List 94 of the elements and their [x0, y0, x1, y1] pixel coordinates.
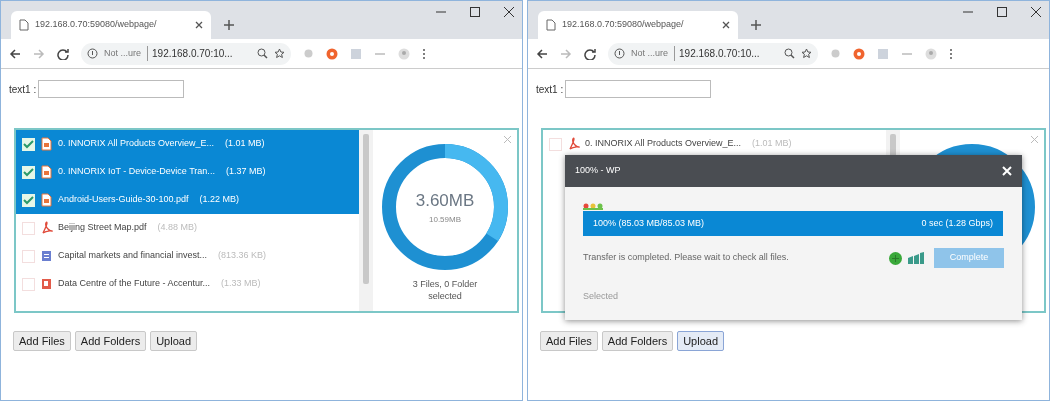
file-name: Android-Users-Guide-30-100.pdf	[58, 193, 189, 207]
browser-tab[interactable]: 192.168.0.70:59080/webpage/	[11, 11, 211, 39]
checkbox[interactable]	[22, 249, 35, 263]
file-name: 0. INNORIX All Products Overview_E...	[58, 137, 215, 151]
file-row[interactable]: 0. INNORIX IoT - Device-Device Tran... (1.37 MB)	[16, 158, 359, 186]
document-icon	[40, 249, 53, 263]
reload-icon[interactable]	[57, 47, 69, 60]
file-name: Beijing Street Map.pdf	[58, 221, 147, 235]
close-icon[interactable]	[1031, 7, 1041, 17]
file-size: (1.33 MB)	[221, 277, 261, 291]
url-text: 192.168.0.70:10...	[674, 46, 760, 61]
checkbox[interactable]	[22, 277, 35, 291]
star-icon[interactable]	[274, 48, 285, 59]
file-row[interactable]: 0. INNORIX All Products Overview_E... (1.01 MB)	[16, 130, 359, 158]
close-icon[interactable]	[195, 21, 203, 29]
maximize-icon[interactable]	[997, 7, 1007, 17]
scrollbar[interactable]	[359, 130, 373, 311]
url-text: 192.168.0.70:10...	[147, 46, 233, 61]
file-size: (1.01 MB)	[225, 137, 265, 151]
text-input[interactable]	[38, 80, 185, 98]
info-icon[interactable]	[87, 48, 98, 59]
document-icon	[40, 165, 53, 179]
bar-chart-icon[interactable]	[908, 252, 924, 264]
page-icon	[19, 19, 29, 31]
file-size: (1.22 MB)	[199, 193, 240, 207]
file-name: Data Centre of the Future - Accentur...	[58, 277, 211, 291]
file-size: (813.36 KB)	[218, 249, 267, 263]
security-label: Not ...ure	[631, 46, 668, 60]
checkmark-icon	[23, 194, 34, 206]
status-circle-icon	[889, 251, 902, 265]
checkbox[interactable]	[22, 137, 35, 151]
checkbox[interactable]	[22, 165, 35, 179]
close-icon[interactable]	[504, 7, 514, 17]
reload-icon[interactable]	[584, 47, 596, 60]
plus-icon[interactable]	[223, 19, 235, 31]
page-icon	[546, 19, 556, 31]
action-button[interactable]: Add Folders	[74, 331, 147, 351]
total-size: 10.59MB	[429, 213, 461, 226]
progress-time: 0 sec (1.28 Gbps)	[921, 216, 993, 230]
file-name: Capital markets and financial invest...	[58, 249, 208, 263]
forward-icon[interactable]	[33, 47, 45, 60]
back-icon[interactable]	[9, 47, 21, 60]
menu-icon[interactable]	[422, 47, 426, 60]
action-button[interactable]: Upload	[150, 331, 198, 351]
checkmark-icon	[23, 138, 34, 150]
checkbox[interactable]	[22, 221, 35, 235]
zoom-icon[interactable]	[257, 48, 268, 59]
star-icon[interactable]	[801, 48, 812, 59]
maximize-icon[interactable]	[470, 7, 480, 17]
profile-icon[interactable]	[398, 47, 410, 60]
forward-icon[interactable]	[560, 47, 572, 60]
file-name: 0. INNORIX All Products Overview_E...	[585, 137, 742, 151]
checkmark-icon	[23, 166, 34, 178]
action-button[interactable]: Add Folders	[601, 331, 674, 351]
action-button[interactable]: Add Files	[13, 331, 71, 351]
selected-size: 3.60MB	[415, 190, 475, 213]
field-label: text1 :	[536, 82, 564, 97]
checkbox[interactable]	[22, 193, 35, 207]
menu-icon[interactable]	[949, 47, 953, 60]
footer-label: Selected	[583, 290, 620, 303]
document-icon	[40, 193, 53, 207]
info-icon[interactable]	[614, 48, 625, 59]
zoom-icon[interactable]	[784, 48, 795, 59]
extension-icon[interactable]	[853, 47, 865, 60]
checkbox[interactable]	[549, 137, 562, 151]
browser-tab[interactable]: 192.168.0.70:59080/webpage/	[538, 11, 738, 39]
selection-summary: 3 Files, 0 Folder selected	[411, 278, 479, 302]
profile-icon[interactable]	[925, 47, 937, 60]
tab-title: 192.168.0.70:59080/webpage/	[562, 18, 685, 32]
address-bar[interactable]: Not ...ure 192.168.0.70:10...	[608, 42, 818, 65]
extension-icon[interactable]	[326, 47, 338, 60]
plus-icon[interactable]	[750, 19, 762, 31]
tab-title: 192.168.0.70:59080/webpage/	[35, 18, 158, 32]
file-row[interactable]: Android-Users-Guide-30-100.pdf (1.22 MB)	[16, 186, 359, 214]
action-button[interactable]: Add Files	[540, 331, 598, 351]
document-icon	[40, 137, 53, 151]
field-label: text1 :	[9, 82, 37, 97]
document-icon	[40, 221, 53, 235]
file-name: 0. INNORIX IoT - Device-Device Tran...	[58, 165, 215, 179]
file-size: (4.88 MB)	[157, 221, 198, 235]
address-bar[interactable]: Not ...ure 192.168.0.70:10...	[81, 42, 291, 65]
action-button[interactable]: Upload	[677, 331, 725, 351]
document-icon	[40, 277, 53, 291]
security-label: Not ...ure	[104, 46, 141, 60]
document-icon	[567, 137, 580, 151]
close-icon[interactable]	[722, 21, 730, 29]
text-input[interactable]	[565, 80, 712, 98]
status-dots-icon	[583, 203, 603, 210]
progress-text: 100% (85.03 MB/85.03 MB)	[593, 216, 705, 230]
status-message: Transfer is completed. Please wait to check all files.	[583, 251, 790, 265]
file-size: (1.37 MB)	[225, 165, 266, 179]
back-icon[interactable]	[536, 47, 548, 60]
dialog-title: 100% - WP	[575, 164, 621, 178]
file-size: (1.01 MB)	[752, 137, 792, 151]
